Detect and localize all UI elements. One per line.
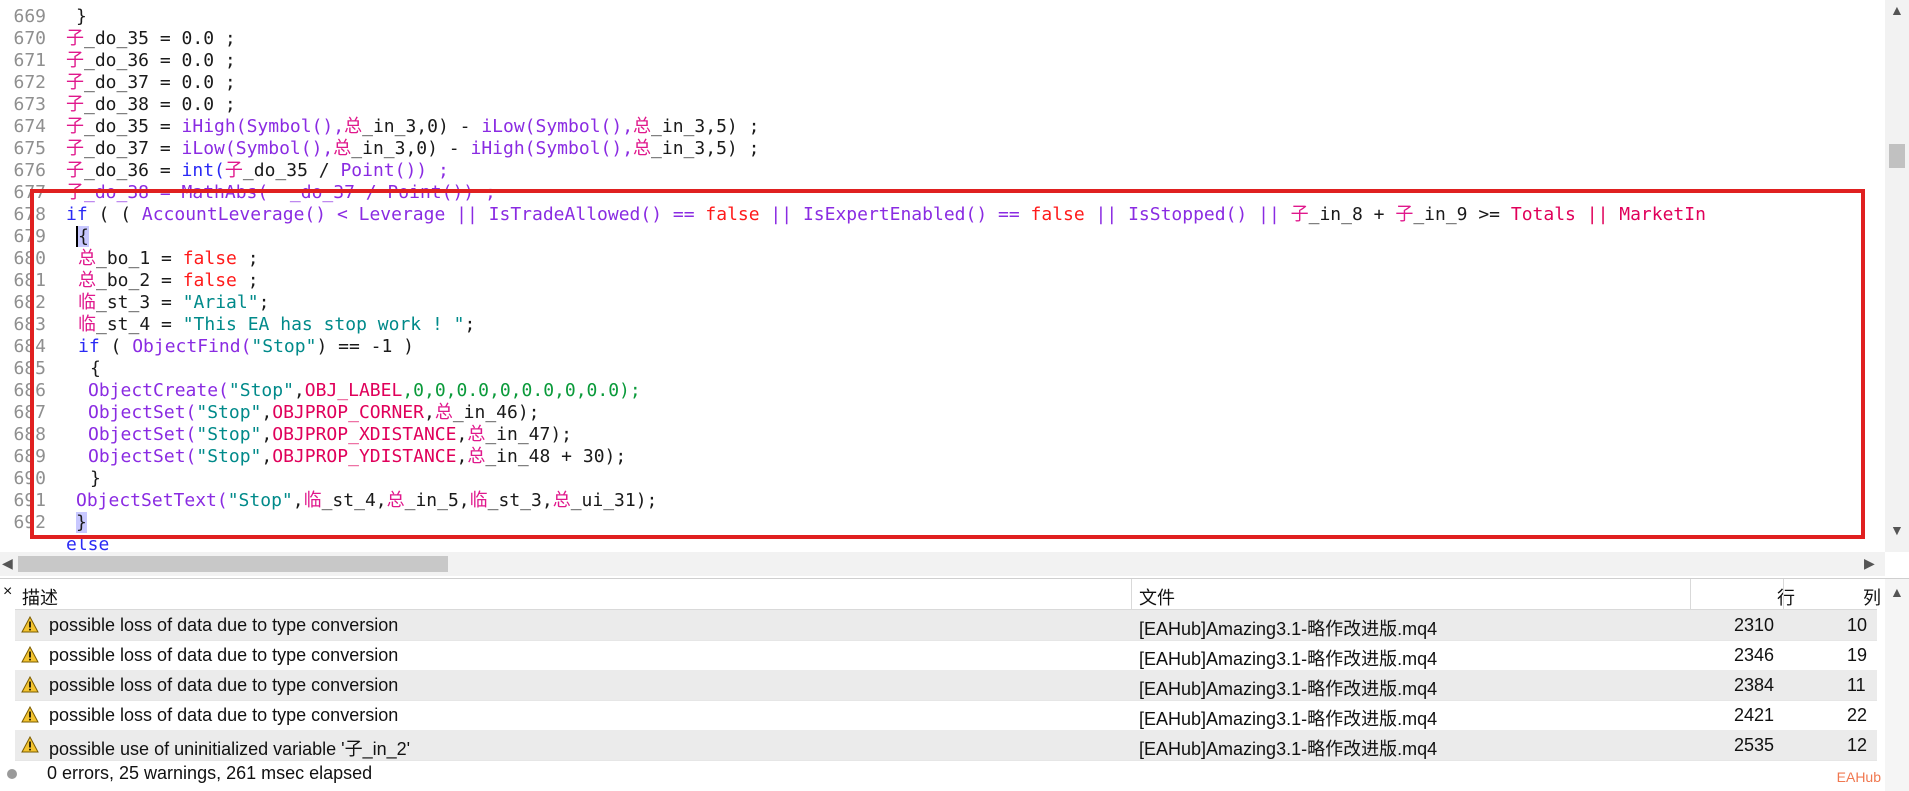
error-row[interactable]: possible loss of data due to type conver… bbox=[15, 700, 1877, 731]
warning-icon bbox=[21, 616, 39, 633]
row-line: 2310 bbox=[1734, 615, 1775, 635]
error-row[interactable]: possible use of uninitialized variable '… bbox=[15, 730, 1877, 761]
warning-icon bbox=[21, 676, 39, 693]
row-description: possible loss of data due to type conver… bbox=[49, 645, 399, 665]
line-number: 671 bbox=[13, 50, 46, 71]
error-row[interactable]: possible loss of data due to type conver… bbox=[15, 640, 1877, 671]
highlight-box bbox=[30, 189, 1865, 539]
editor-hscroll-thumb[interactable] bbox=[18, 556, 448, 572]
row-line: 2535 bbox=[1734, 735, 1775, 755]
row-file: [EAHub]Amazing3.1-略作改进版.mq4 bbox=[1139, 739, 1438, 759]
line-number: 676 bbox=[13, 160, 46, 181]
line-number: 674 bbox=[13, 116, 46, 137]
line-number: 673 bbox=[13, 94, 46, 115]
code-line-670: 子_do_35 = 0.0 ; bbox=[66, 28, 236, 49]
row-file: [EAHub]Amazing3.1-略作改进版.mq4 bbox=[1139, 649, 1438, 669]
scroll-right-arrow-icon[interactable]: ▶ bbox=[1864, 555, 1875, 572]
errors-table-header: 描述 文件 行 列 bbox=[15, 579, 1881, 610]
column-header-file[interactable]: 文件 bbox=[1139, 584, 1175, 610]
row-col: 12 bbox=[1847, 735, 1868, 755]
panel-scroll-up-icon[interactable]: ▲ bbox=[1890, 584, 1904, 600]
row-description: possible use of uninitialized variable '… bbox=[49, 739, 411, 759]
warning-icon bbox=[21, 706, 39, 723]
row-col: 10 bbox=[1847, 615, 1868, 635]
editor-vertical-scrollbar[interactable]: ▲ ▼ bbox=[1885, 0, 1909, 552]
scroll-up-arrow-icon[interactable]: ▲ bbox=[1890, 2, 1904, 18]
code-line-673: 子_do_38 = 0.0 ; bbox=[66, 94, 236, 115]
code-line-674: 子_do_35 = iHigh(Symbol(),总_in_3,0) - iLo… bbox=[66, 116, 760, 137]
eahub-watermark: EAHub bbox=[1836, 769, 1881, 785]
scroll-left-arrow-icon[interactable]: ◀ bbox=[2, 555, 13, 572]
scroll-down-arrow-icon[interactable]: ▼ bbox=[1890, 522, 1904, 538]
row-col: 22 bbox=[1847, 705, 1868, 725]
row-file: [EAHub]Amazing3.1-略作改进版.mq4 bbox=[1139, 709, 1438, 729]
line-number: 672 bbox=[13, 72, 46, 93]
row-col: 19 bbox=[1847, 645, 1868, 665]
status-dot-icon bbox=[7, 769, 17, 779]
row-file: [EAHub]Amazing3.1-略作改进版.mq4 bbox=[1139, 679, 1438, 699]
error-row[interactable]: possible loss of data due to type conver… bbox=[15, 610, 1877, 641]
error-row[interactable]: possible loss of data due to type conver… bbox=[15, 670, 1877, 701]
errors-panel: × 描述 文件 行 列 possible loss of data due to… bbox=[0, 578, 1909, 791]
editor-vscroll-thumb[interactable] bbox=[1889, 144, 1905, 168]
close-panel-icon[interactable]: × bbox=[3, 583, 12, 601]
code-line-672: 子_do_37 = 0.0 ; bbox=[66, 72, 236, 93]
row-line: 2384 bbox=[1734, 675, 1775, 695]
row-description: possible loss of data due to type conver… bbox=[49, 615, 399, 635]
row-file: [EAHub]Amazing3.1-略作改进版.mq4 bbox=[1139, 619, 1438, 639]
editor-horizontal-scrollbar[interactable]: ◀ ▶ bbox=[0, 552, 1885, 576]
column-header-col[interactable]: 列 bbox=[1863, 584, 1881, 610]
code-line-676: 子_do_36 = int(子_do_35 / Point()) ; bbox=[66, 160, 449, 181]
row-description: possible loss of data due to type conver… bbox=[49, 675, 399, 695]
panel-vertical-scrollbar[interactable]: ▲ bbox=[1885, 579, 1909, 791]
warning-icon bbox=[21, 646, 39, 663]
row-description: possible loss of data due to type conver… bbox=[49, 705, 399, 725]
column-header-description[interactable]: 描述 bbox=[22, 584, 58, 610]
row-line: 2421 bbox=[1734, 705, 1775, 725]
line-number: 675 bbox=[13, 138, 46, 159]
line-number: 670 bbox=[13, 28, 46, 49]
row-line: 2346 bbox=[1734, 645, 1775, 665]
line-number: 669 bbox=[13, 6, 46, 27]
code-line-671: 子_do_36 = 0.0 ; bbox=[66, 50, 236, 71]
column-header-line[interactable]: 行 bbox=[1777, 584, 1795, 610]
row-col: 11 bbox=[1847, 675, 1866, 695]
code-editor[interactable]: 669 670 671 672 673 674 675 676 677 678 679 680 681 6… bbox=[0, 0, 1909, 552]
code-line-669: } bbox=[76, 6, 87, 27]
warning-icon bbox=[21, 736, 39, 753]
code-line-675: 子_do_37 = iLow(Symbol(),总_in_3,0) - iHig… bbox=[66, 138, 760, 159]
